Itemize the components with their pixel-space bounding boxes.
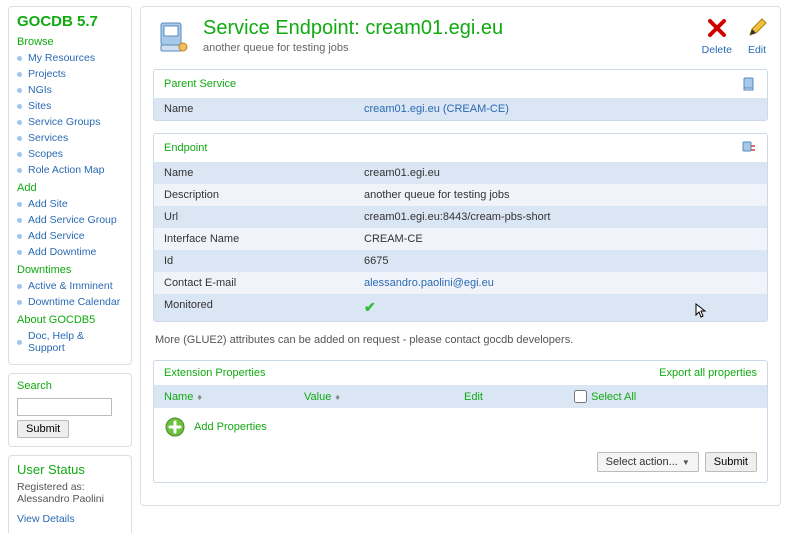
ep-email-value[interactable]: alessandro.paolini@egi.eu	[364, 277, 494, 289]
select-action-dropdown[interactable]: Select action...▼	[597, 452, 699, 472]
app-title: GOCDB 5.7	[17, 13, 123, 30]
nav-services[interactable]: Services	[28, 132, 68, 144]
col-edit-header: Edit	[464, 391, 574, 403]
select-all-label: Select All	[591, 391, 636, 403]
extension-properties-section: Extension Properties Export all properti…	[153, 360, 768, 483]
check-icon: ✔	[364, 299, 376, 315]
edit-button[interactable]: Edit	[746, 17, 768, 56]
endpoint-title: Endpoint	[164, 142, 207, 154]
side-group-about: About GOCDB5	[17, 314, 123, 326]
ep-id-value: 6675	[364, 255, 757, 267]
view-details-link[interactable]: View Details	[17, 513, 75, 525]
nav-add-downtime[interactable]: Add Downtime	[28, 246, 96, 258]
ep-monitored-label: Monitored	[164, 299, 364, 316]
col-value-header[interactable]: Value♦	[304, 391, 464, 403]
glue2-note: More (GLUE2) attributes can be added on …	[155, 334, 768, 346]
side-group-browse: Browse	[17, 36, 123, 48]
search-input[interactable]	[17, 398, 112, 416]
user-status-box: User Status Registered as: Alessandro Pa…	[8, 455, 132, 533]
ep-url-label: Url	[164, 211, 364, 223]
parent-service-section: Parent Service Name cream01.egi.eu (CREA…	[153, 69, 768, 121]
nav-role-action-map[interactable]: Role Action Map	[28, 164, 104, 176]
plus-icon	[164, 416, 186, 438]
search-box: Search Submit	[8, 373, 132, 447]
sidebar-nav: GOCDB 5.7 Browse My Resources Projects N…	[8, 6, 132, 365]
select-all-checkbox[interactable]	[574, 390, 587, 403]
endpoint-small-icon	[741, 140, 757, 156]
ext-title: Extension Properties	[164, 367, 266, 379]
edit-icon	[746, 17, 768, 39]
search-submit-button[interactable]: Submit	[17, 420, 69, 438]
caret-down-icon: ▼	[682, 458, 690, 467]
ep-name-value: cream01.egi.eu	[364, 167, 757, 179]
export-all-link[interactable]: Export all properties	[659, 367, 757, 379]
page-subtitle: another queue for testing jobs	[203, 42, 702, 54]
ep-desc-label: Description	[164, 189, 364, 201]
nav-doc-help[interactable]: Doc, Help & Support	[28, 330, 123, 354]
nav-service-groups[interactable]: Service Groups	[28, 116, 100, 128]
nav-my-resources[interactable]: My Resources	[28, 52, 95, 64]
side-group-add: Add	[17, 182, 123, 194]
nav-downtime-calendar[interactable]: Downtime Calendar	[28, 296, 120, 308]
ext-submit-button[interactable]: Submit	[705, 452, 757, 472]
nav-add-service[interactable]: Add Service	[28, 230, 85, 242]
user-status-title: User Status	[17, 462, 123, 477]
nav-sites[interactable]: Sites	[28, 100, 51, 112]
endpoint-section: Endpoint Name cream01.egi.eu Description…	[153, 133, 768, 322]
registered-as-label: Registered as:	[17, 481, 123, 493]
ep-name-label: Name	[164, 167, 364, 179]
nav-add-service-group[interactable]: Add Service Group	[28, 214, 117, 226]
delete-icon	[706, 17, 728, 39]
service-icon	[741, 76, 757, 92]
add-properties-link[interactable]: Add Properties	[194, 421, 267, 433]
main-panel: Service Endpoint: cream01.egi.eu another…	[140, 6, 781, 506]
sort-icon: ♦	[197, 392, 202, 402]
page-title: Service Endpoint: cream01.egi.eu	[203, 17, 702, 40]
nav-active-imminent[interactable]: Active & Imminent	[28, 280, 113, 292]
ep-url-value: cream01.egi.eu:8443/cream-pbs-short	[364, 211, 757, 223]
parent-name-link[interactable]: cream01.egi.eu (CREAM-CE)	[364, 103, 509, 115]
sort-icon: ♦	[335, 392, 340, 402]
nav-projects[interactable]: Projects	[28, 68, 66, 80]
ep-desc-value: another queue for testing jobs	[364, 189, 757, 201]
delete-button[interactable]: Delete	[702, 17, 732, 56]
endpoint-icon	[153, 17, 193, 57]
nav-ngis[interactable]: NGIs	[28, 84, 52, 96]
col-name-header[interactable]: Name♦	[164, 391, 304, 403]
side-group-downtimes: Downtimes	[17, 264, 123, 276]
parent-service-title: Parent Service	[164, 78, 236, 90]
ep-id-label: Id	[164, 255, 364, 267]
search-title: Search	[17, 380, 123, 392]
nav-scopes[interactable]: Scopes	[28, 148, 63, 160]
ep-iface-label: Interface Name	[164, 233, 364, 245]
registered-as-value: Alessandro Paolini	[17, 493, 123, 505]
parent-name-label: Name	[164, 103, 364, 115]
ep-email-label: Contact E-mail	[164, 277, 364, 289]
nav-add-site[interactable]: Add Site	[28, 198, 68, 210]
ep-iface-value: CREAM-CE	[364, 233, 757, 245]
